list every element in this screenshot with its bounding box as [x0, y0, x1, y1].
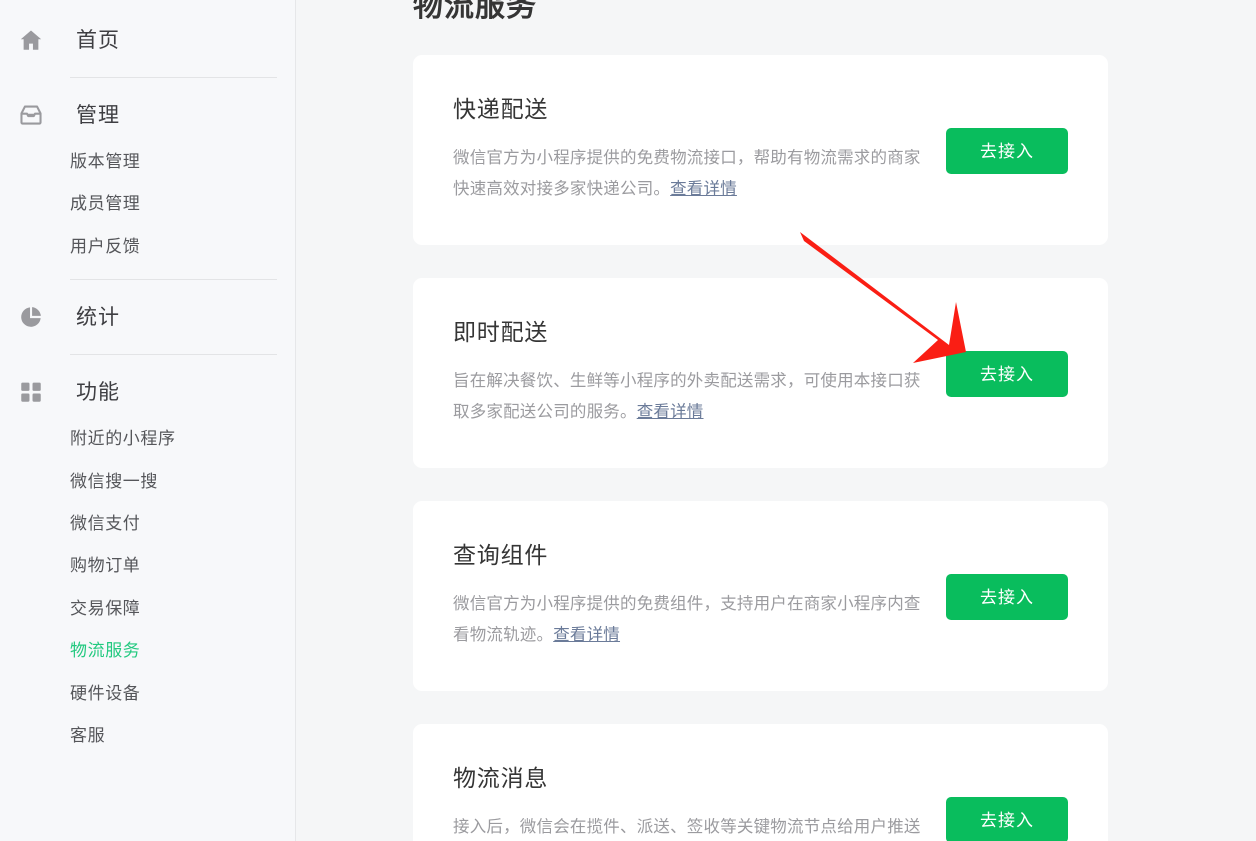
sidebar-divider [70, 77, 277, 78]
service-card-description: 接入后，微信会在揽件、派送、签收等关键物流节点给用户推送服务通知，提升用户购物体… [453, 812, 926, 841]
service-card-description: 微信官方为小程序提供的免费组件，支持用户在商家小程序内查看物流轨迹。查看详情 [453, 589, 926, 649]
sidebar-item-管理[interactable]: 管理 [0, 89, 295, 141]
sidebar-group-统计: 统计 [0, 291, 295, 356]
sidebar-divider [70, 279, 277, 281]
view-details-link[interactable]: 查看详情 [637, 403, 704, 421]
service-card-body: 物流消息接入后，微信会在揽件、派送、签收等关键物流节点给用户推送服务通知，提升用… [453, 767, 946, 841]
connect-button[interactable]: 去接入 [946, 797, 1068, 841]
main-content: 物流服务 快递配送微信官方为小程序提供的免费物流接口，帮助有物流需求的商家快速高… [296, 0, 1256, 841]
sidebar-group-功能: 功能附近的小程序 微信搜一搜 微信支付 购物订单 交易保障 物流服务 硬件设备 客服 [0, 366, 295, 757]
sidebar-group-label: 功能 [76, 380, 120, 404]
app-root: 首页管理版本管理 成员管理 用户反馈统计功能附近的小程序 微信搜一搜 微信支付 购物订单交… [0, 0, 1256, 841]
sidebar-item-统计[interactable]: 统计 [0, 291, 295, 343]
sidebar-item-功能[interactable]: 功能 [0, 366, 295, 418]
sidebar-item-客服[interactable]: 客服 [0, 715, 295, 757]
service-card-body: 即时配送旨在解决餐饮、生鲜等小程序的外卖配送需求，可使用本接口获取多家配送公司的… [453, 321, 946, 426]
service-card-list: 快递配送微信官方为小程序提供的免费物流接口，帮助有物流需求的商家快速高效对接多家… [413, 55, 1108, 841]
page-title: 物流服务 [413, 0, 537, 23]
sidebar-item-版本管理[interactable]: 版本管理 [0, 141, 295, 183]
inbox-icon [18, 102, 50, 128]
sidebar-group-label: 统计 [76, 305, 120, 329]
sidebar-item-用户反馈[interactable]: 用户反馈 [0, 226, 295, 268]
service-card: 即时配送旨在解决餐饮、生鲜等小程序的外卖配送需求，可使用本接口获取多家配送公司的… [413, 278, 1108, 468]
sidebar: 首页管理版本管理 成员管理 用户反馈统计功能附近的小程序 微信搜一搜 微信支付 购物订单交… [0, 0, 296, 841]
service-card-title: 物流消息 [453, 765, 549, 792]
sidebar-item-首页[interactable]: 首页 [0, 14, 295, 66]
view-details-link[interactable]: 查看详情 [670, 180, 737, 198]
service-card-action: 去接入 [946, 351, 1068, 397]
sidebar-item-微信支付[interactable]: 微信支付 [0, 503, 295, 545]
sidebar-item-购物订单[interactable]: 购物订单 [0, 545, 295, 587]
sidebar-group-管理: 管理版本管理 成员管理 用户反馈 [0, 89, 295, 281]
service-card-title: 查询组件 [453, 542, 549, 569]
home-icon [18, 27, 50, 53]
sidebar-item-附近的小程序[interactable]: 附近的小程序 [0, 418, 295, 460]
service-card-description-text: 微信官方为小程序提供的免费组件，支持用户在商家小程序内查看物流轨迹。 [453, 595, 921, 644]
sidebar-item-微信搜一搜[interactable]: 微信搜一搜 [0, 461, 295, 503]
service-card-action: 去接入 [946, 128, 1068, 174]
connect-button[interactable]: 去接入 [946, 574, 1068, 620]
service-card-action: 去接入 [946, 797, 1068, 841]
service-card-description: 微信官方为小程序提供的免费物流接口，帮助有物流需求的商家快速高效对接多家快递公司… [453, 143, 926, 203]
service-card: 查询组件微信官方为小程序提供的免费组件，支持用户在商家小程序内查看物流轨迹。查看… [413, 501, 1108, 691]
sidebar-item-交易保障[interactable]: 交易保障 [0, 588, 295, 630]
service-card-title: 快递配送 [453, 96, 549, 123]
sidebar-divider [70, 354, 277, 356]
service-card-description-text: 接入后，微信会在揽件、派送、签收等关键物流节点给用户推送服务通知，提升用户购物体… [453, 818, 921, 837]
pie-chart-icon [18, 304, 50, 330]
connect-button[interactable]: 去接入 [946, 351, 1068, 397]
service-card-body: 查询组件微信官方为小程序提供的免费组件，支持用户在商家小程序内查看物流轨迹。查看… [453, 544, 946, 649]
service-card: 物流消息接入后，微信会在揽件、派送、签收等关键物流节点给用户推送服务通知，提升用… [413, 724, 1108, 841]
sidebar-group-label: 首页 [76, 28, 120, 52]
sidebar-item-物流服务[interactable]: 物流服务 [0, 630, 295, 672]
sidebar-group-首页: 首页 [0, 14, 295, 78]
service-card-body: 快递配送微信官方为小程序提供的免费物流接口，帮助有物流需求的商家快速高效对接多家… [453, 98, 946, 203]
service-card: 快递配送微信官方为小程序提供的免费物流接口，帮助有物流需求的商家快速高效对接多家… [413, 55, 1108, 245]
service-card-action: 去接入 [946, 574, 1068, 620]
grid-icon [18, 379, 50, 405]
view-details-link[interactable]: 查看详情 [553, 626, 620, 644]
sidebar-item-硬件设备[interactable]: 硬件设备 [0, 673, 295, 715]
connect-button[interactable]: 去接入 [946, 128, 1068, 174]
sidebar-item-成员管理[interactable]: 成员管理 [0, 183, 295, 225]
service-card-title: 即时配送 [453, 319, 549, 346]
service-card-description: 旨在解决餐饮、生鲜等小程序的外卖配送需求，可使用本接口获取多家配送公司的服务。查… [453, 366, 926, 426]
sidebar-group-label: 管理 [76, 103, 120, 127]
